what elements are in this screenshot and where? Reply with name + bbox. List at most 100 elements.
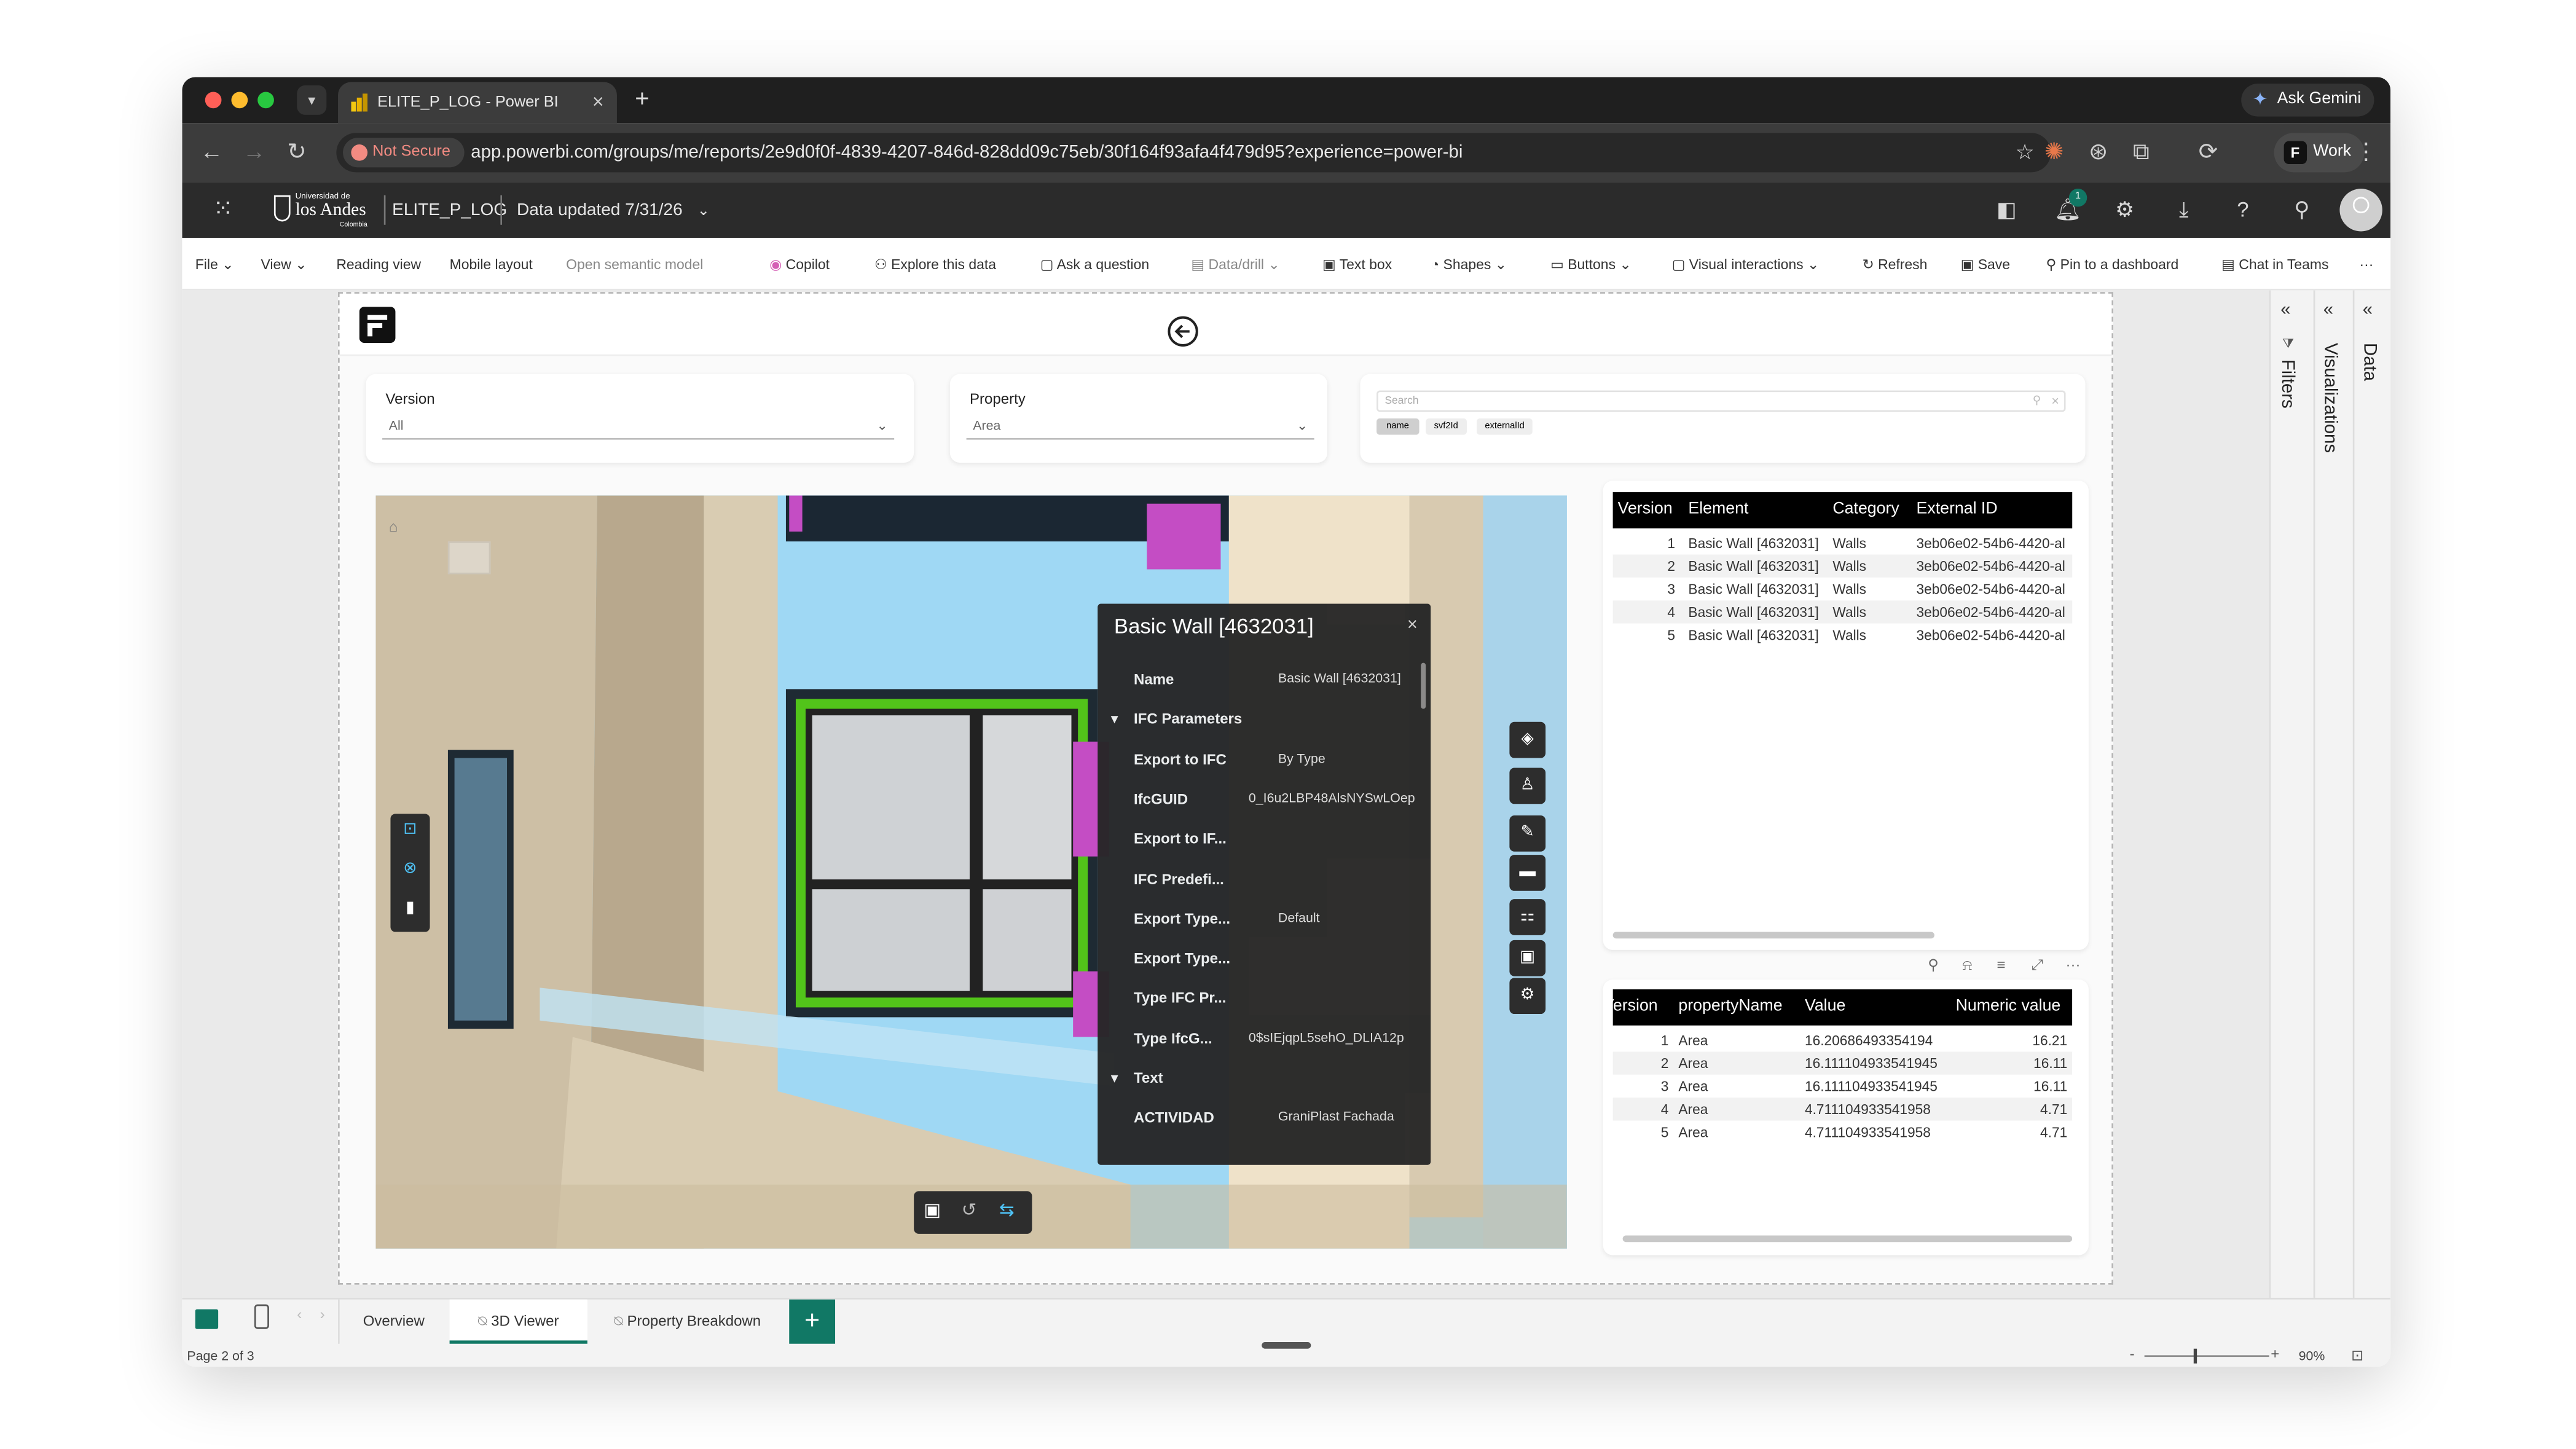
not-secure-badge[interactable]: Not Secure — [343, 138, 464, 168]
collapse-filters-icon[interactable]: « — [2280, 300, 2290, 320]
extension-openai-icon[interactable]: ⊛ — [2089, 138, 2108, 165]
maximize-window-button[interactable] — [257, 92, 274, 109]
shapes-button[interactable]: ◔ Shapes ⌄ — [1431, 238, 1507, 290]
select-icon[interactable]: ⊡ — [390, 820, 430, 838]
back-arrow-icon[interactable]: ← — [200, 138, 223, 164]
property-row[interactable]: Export Type... — [1098, 938, 1418, 978]
property-row[interactable]: Type IfcG... 0$sIEjqpL5sehO_DLIA12p — [1098, 1018, 1418, 1058]
property-row[interactable]: Export to IF... — [1098, 819, 1418, 858]
share-icon[interactable]: ⚲ — [2289, 197, 2315, 223]
property-row[interactable]: Name Basic Wall [4632031] — [1098, 659, 1418, 699]
search-chip-externalid[interactable]: externalId — [1477, 418, 1533, 435]
tab-overview[interactable]: Overview — [338, 1299, 448, 1344]
collapse-visualizations-icon[interactable]: « — [2323, 300, 2333, 320]
save-view-icon[interactable]: ▣ — [924, 1200, 941, 1220]
settings-gear-icon[interactable]: ⚙ — [2111, 197, 2138, 223]
next-page-icon[interactable]: › — [320, 1306, 325, 1322]
filter-icon[interactable]: ≡ — [1997, 957, 2005, 973]
view-menu[interactable]: View ⌄ — [261, 238, 307, 290]
version-dropdown[interactable]: All ⌄ — [382, 414, 895, 440]
property-row[interactable]: Export Type... Default — [1098, 899, 1418, 938]
buttons-button[interactable]: ▭ Buttons ⌄ — [1550, 238, 1632, 290]
pin-dashboard-button[interactable]: ⚲ Pin to a dashboard — [2046, 238, 2178, 290]
close-tab-icon[interactable]: × — [592, 82, 604, 124]
home-icon[interactable]: ⌂ — [389, 519, 398, 535]
search-chip-name[interactable]: name — [1376, 418, 1419, 435]
column-header-version[interactable]: Version — [1618, 492, 1673, 528]
search-chip-svf2id[interactable]: svf2Id — [1426, 418, 1467, 435]
orbit-icon[interactable]: ◈ — [1509, 721, 1546, 758]
sync-icon[interactable]: ⟳ — [2199, 138, 2218, 165]
column-header-category[interactable]: Category — [1832, 492, 1899, 528]
table-row[interactable]: 3 Area 16.111104933541945 16.11 — [1612, 1074, 2073, 1098]
horizontal-scrollbar[interactable] — [1622, 1235, 2073, 1243]
visual-interactions-button[interactable]: ▢ Visual interactions ⌄ — [1672, 238, 1820, 290]
chevron-down-icon[interactable]: ⌄ — [697, 182, 710, 238]
close-panel-icon[interactable]: × — [1407, 615, 1418, 635]
save-button[interactable]: ▣ Save — [1961, 238, 2010, 290]
download-icon[interactable]: ⤓ — [2170, 197, 2197, 223]
zoom-in-button[interactable]: + — [2271, 1345, 2279, 1362]
desktop-layout-icon[interactable] — [195, 1309, 219, 1329]
table-row[interactable]: 4 Basic Wall [4632031] Walls 3eb06e02-54b6-… — [1612, 600, 2073, 624]
table-row[interactable]: 4 Area 4.711104933541958 4.71 — [1612, 1098, 2073, 1121]
tab-property-breakdown[interactable]: ⍉ Property Breakdown — [595, 1300, 779, 1344]
resize-handle[interactable] — [1262, 1342, 1311, 1349]
property-row[interactable]: Type IFC Pr... — [1098, 978, 1418, 1018]
column-header-value[interactable]: Value — [1805, 989, 1845, 1026]
reading-view-button[interactable]: Reading view — [336, 238, 421, 290]
pin-visual-icon[interactable]: ⚲ — [1928, 957, 1939, 975]
column-header-property-name[interactable]: propertyName — [1678, 989, 1782, 1026]
table-row[interactable]: 2 Basic Wall [4632031] Walls 3eb06e02-54b6-… — [1612, 554, 2073, 578]
more-options-icon[interactable]: ··· — [2359, 238, 2373, 290]
column-header-version[interactable]: Version — [1613, 989, 1658, 1026]
file-menu[interactable]: File ⌄ — [195, 238, 234, 290]
property-section[interactable]: ▾ Text — [1098, 1058, 1418, 1098]
zoom-out-button[interactable]: - — [2130, 1345, 2135, 1362]
minimize-window-button[interactable] — [231, 92, 248, 109]
property-row[interactable]: IFC Predefi... — [1098, 859, 1418, 898]
user-avatar[interactable] — [2339, 189, 2382, 232]
ask-question-button[interactable]: ▢ Ask a question — [1040, 238, 1149, 290]
extension-sun-icon[interactable]: ✺ — [2044, 138, 2064, 165]
reload-icon[interactable]: ↻ — [287, 138, 306, 165]
settings-gear-icon[interactable]: ⚙ — [1509, 978, 1546, 1015]
new-tab-button[interactable]: + — [635, 82, 649, 119]
property-dropdown[interactable]: Area ⌄ — [966, 414, 1314, 440]
explore-data-button[interactable]: ⚇ Explore this data — [874, 238, 996, 290]
browser-menu-icon[interactable]: ⋮ — [2354, 138, 2377, 165]
search-input[interactable]: Search ⚲ × — [1376, 390, 2066, 412]
browser-tab[interactable]: ELITE_P_LOG - Power BI × — [338, 82, 617, 124]
copilot-button[interactable]: ◉ Copilot — [769, 238, 830, 290]
isolate-icon[interactable]: ⊗ — [390, 860, 430, 878]
search-icon[interactable]: ⚲ — [2033, 392, 2041, 412]
filters-pane-label[interactable]: Filters — [2277, 359, 2297, 409]
previous-page-icon[interactable]: ‹ — [297, 1306, 302, 1322]
data-drill-button[interactable]: ▤ Data/drill ⌄ — [1191, 238, 1279, 290]
url-text[interactable]: app.powerbi.com/groups/me/reports/2e9d0f… — [471, 133, 1463, 172]
tab-3d-viewer[interactable]: ⍉ 3D Viewer — [449, 1299, 587, 1344]
mobile-layout-icon[interactable] — [254, 1304, 269, 1329]
refresh-button[interactable]: ↻ Refresh — [1862, 238, 1927, 290]
chevron-down-icon[interactable]: ▾ — [1111, 699, 1118, 739]
fit-to-page-icon[interactable]: ⊡ — [2351, 1347, 2363, 1365]
column-header-element[interactable]: Element — [1688, 492, 1748, 528]
report-name[interactable]: ELITE_P_LOG — [392, 182, 507, 238]
more-options-icon[interactable]: ··· — [2066, 957, 2081, 973]
properties-icon[interactable]: ▣ — [1509, 940, 1546, 976]
zoom-slider-thumb[interactable] — [2193, 1348, 2197, 1364]
clear-icon[interactable]: × — [2051, 392, 2059, 412]
focus-mode-icon[interactable]: ⤢ — [2031, 957, 2043, 975]
open-semantic-model-button[interactable]: Open semantic model — [566, 238, 703, 290]
table-row[interactable]: 2 Area 16.111104933541945 16.11 — [1612, 1051, 2073, 1075]
data-pane-label[interactable]: Data — [2359, 343, 2379, 381]
ask-gemini-button[interactable]: ✦ Ask Gemini — [2240, 84, 2374, 117]
model-browser-icon[interactable]: ⚏ — [1509, 899, 1546, 935]
column-header-external-id[interactable]: External ID — [1917, 492, 1998, 528]
extensions-puzzle-icon[interactable]: ⧉ — [2133, 138, 2150, 165]
table-row[interactable]: 5 Area 4.711104933541958 4.71 — [1612, 1120, 2073, 1144]
chat-teams-button[interactable]: ▤ Chat in Teams — [2221, 238, 2328, 290]
section-icon[interactable]: ▬ — [1509, 855, 1546, 891]
horizontal-scrollbar[interactable] — [1612, 932, 1934, 939]
app-launcher-icon[interactable]: ⁙ — [210, 196, 237, 223]
